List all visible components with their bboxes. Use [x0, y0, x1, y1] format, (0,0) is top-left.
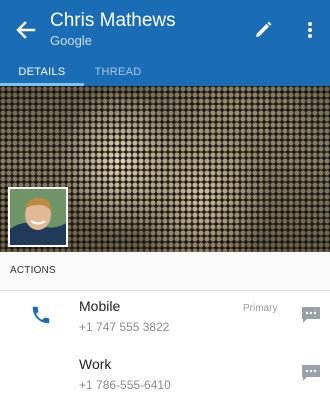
phone-icon	[30, 304, 52, 326]
app-bar: Chris Mathews Google	[0, 0, 330, 60]
back-arrow-icon[interactable]	[8, 12, 44, 48]
primary-badge: Primary	[243, 303, 278, 314]
message-icon[interactable]	[301, 306, 321, 324]
phone-type-label: Work	[79, 356, 112, 372]
actions-section-header: ACTIONS	[0, 252, 330, 291]
phone-row-work[interactable]: Work +1 786-555-6410	[0, 350, 330, 408]
phone-type-label: Mobile	[79, 298, 121, 314]
pencil-icon[interactable]	[246, 14, 278, 46]
message-icon[interactable]	[301, 364, 321, 382]
more-vertical-icon[interactable]	[298, 14, 322, 46]
contact-company: Google	[50, 33, 92, 48]
tab-details[interactable]: DETAILS	[0, 60, 84, 86]
section-label: ACTIONS	[10, 265, 56, 276]
phone-number: +1 786-555-6410	[79, 378, 171, 392]
phone-row-mobile[interactable]: Mobile +1 747 555 3822 Primary	[0, 292, 330, 350]
cover-photo	[0, 86, 330, 252]
phone-number: +1 747 555 3822	[79, 320, 170, 334]
tab-bar: DETAILS THREAD	[0, 60, 330, 86]
tab-thread[interactable]: THREAD	[84, 60, 152, 86]
contact-name: Chris Mathews	[50, 10, 176, 31]
avatar[interactable]	[8, 187, 68, 247]
